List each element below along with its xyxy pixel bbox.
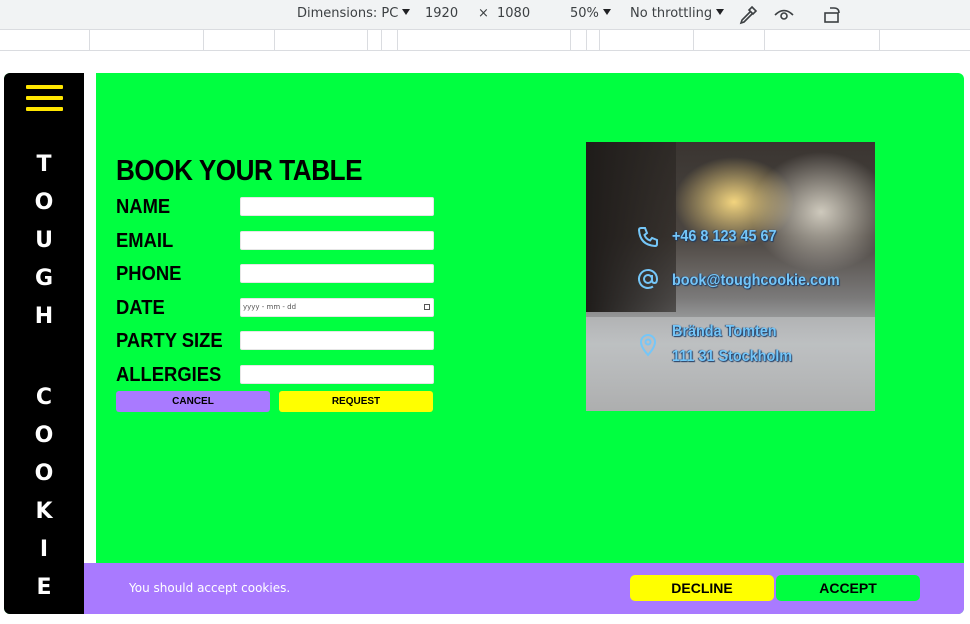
brand-letter: H (34, 304, 54, 329)
caret-down-icon (716, 9, 725, 15)
brand-letter: C (35, 385, 53, 410)
sidebar: T O U G H C O O K I E (4, 73, 84, 614)
decline-button[interactable]: DECLINE (630, 575, 774, 601)
calendar-icon[interactable] (424, 304, 430, 310)
brand-vertical-title: T O U G H C O O K I E (4, 146, 84, 607)
phone-input[interactable] (240, 264, 434, 283)
device-ruler (0, 30, 970, 51)
contact-email[interactable]: book@toughcookie.com (672, 272, 840, 290)
form-title: BOOK YOUR TABLE (116, 155, 363, 187)
dimensions-label: Dimensions: PC (297, 6, 399, 21)
eye-icon[interactable] (773, 4, 795, 26)
caret-down-icon (402, 9, 411, 15)
caret-down-icon (602, 9, 611, 15)
email-input[interactable] (240, 231, 434, 250)
date-placeholder: yyyy - mm - dd (243, 303, 297, 311)
brand-letter (4, 336, 84, 379)
accept-button[interactable]: ACCEPT (776, 575, 920, 601)
hamburger-menu-icon[interactable] (26, 85, 63, 112)
brand-letter: I (39, 537, 49, 562)
date-input[interactable]: yyyy - mm - dd (240, 298, 434, 317)
request-button[interactable]: REQUEST (279, 391, 433, 412)
party-size-label: PARTY SIZE (116, 330, 223, 352)
cookie-message: You should accept cookies. (129, 581, 291, 595)
map-pin-icon (639, 334, 657, 357)
zoom-label: 50% (570, 6, 599, 21)
allergies-label: ALLERGIES (116, 364, 222, 386)
dimensions-dropdown[interactable]: Dimensions: PC (297, 6, 411, 21)
brand-letter: O (34, 461, 54, 486)
zoom-dropdown[interactable]: 50% (570, 6, 611, 21)
date-label: DATE (116, 297, 165, 319)
phone-icon (637, 227, 658, 248)
cookie-banner: You should accept cookies. DECLINE ACCEP… (84, 563, 964, 614)
brand-letter: K (35, 499, 53, 524)
website-viewport: T O U G H C O O K I E BOOK YOUR TABLE NA… (4, 73, 964, 614)
width-input[interactable]: 1920 (425, 6, 458, 21)
contact-phone[interactable]: +46 8 123 45 67 (672, 228, 776, 246)
throttling-label: No throttling (630, 6, 713, 21)
brand-letter: G (34, 266, 54, 291)
eyedropper-icon[interactable] (737, 4, 759, 26)
rotate-device-icon[interactable] (822, 4, 844, 26)
cancel-button[interactable]: CANCEL (116, 391, 270, 412)
brand-letter: U (35, 228, 53, 253)
devtools-device-toolbar: Dimensions: PC 1920 × 1080 50% No thrott… (0, 0, 970, 30)
phone-label: PHONE (116, 263, 182, 285)
contact-address-line1: Brända Tomten (672, 323, 777, 340)
email-label: EMAIL (116, 230, 174, 252)
sidebar-divider (84, 73, 96, 614)
times-label: × (478, 6, 489, 21)
name-label: NAME (116, 196, 171, 218)
brand-letter: E (36, 575, 52, 600)
party-size-input[interactable] (240, 331, 434, 350)
restaurant-photo: +46 8 123 45 67 book@toughcookie.com Brä… (586, 142, 875, 411)
photo-shadow (586, 142, 676, 312)
throttling-dropdown[interactable]: No throttling (630, 6, 725, 21)
brand-letter: O (34, 423, 54, 448)
contact-address-line2: 111 31 Stockholm (672, 348, 793, 365)
name-input[interactable] (240, 197, 434, 216)
allergies-input[interactable] (240, 365, 434, 384)
height-input[interactable]: 1080 (497, 6, 530, 21)
brand-letter: O (34, 190, 54, 215)
brand-letter: T (36, 152, 52, 177)
at-sign-icon (638, 269, 659, 289)
